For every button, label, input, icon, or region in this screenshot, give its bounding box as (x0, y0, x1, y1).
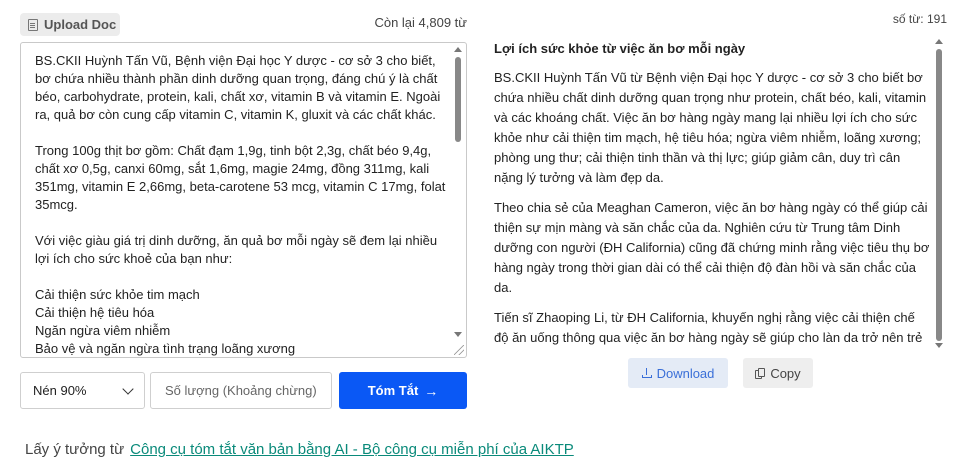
arrow-right-icon: → (424, 382, 439, 399)
scroll-down-icon[interactable] (935, 343, 943, 348)
output-scrollbar-thumb[interactable] (936, 49, 942, 341)
upload-doc-button[interactable]: Upload Doc (20, 13, 120, 36)
resize-grip-icon[interactable] (454, 345, 464, 355)
summary-paragraph: BS.CKII Huỳnh Tấn Vũ từ Bệnh viện Đại họ… (494, 70, 927, 185)
scroll-down-icon[interactable] (454, 332, 462, 337)
copy-label: Copy (770, 365, 801, 381)
copy-icon (755, 367, 766, 379)
summary-title: Lợi ích sức khỏe từ việc ăn bơ mỗi ngày (494, 41, 746, 56)
scroll-up-icon[interactable] (454, 47, 462, 52)
compression-value: Nén 90% (33, 383, 87, 398)
download-icon (641, 368, 652, 378)
download-button[interactable]: Download (628, 358, 728, 388)
quantity-input[interactable] (150, 372, 332, 409)
word-count: số từ: 191 (892, 12, 947, 26)
summary-paragraph: Theo chia sẻ của Meaghan Cameron, việc ă… (494, 200, 930, 295)
input-scrollbar-thumb[interactable] (455, 57, 461, 142)
summarize-button[interactable]: Tóm Tắt → (339, 372, 467, 409)
output-scrollbar[interactable] (933, 37, 945, 350)
remaining-words: Còn lại 4,809 từ (374, 15, 467, 30)
scroll-up-icon[interactable] (935, 39, 943, 44)
summary-paragraph: Tiến sĩ Zhaoping Li, từ ĐH California, k… (494, 310, 923, 352)
summarize-label: Tóm Tắt (367, 383, 419, 398)
summary-output: Lợi ích sức khỏe từ việc ăn bơ mỗi ngày … (494, 40, 930, 352)
input-scrollbar[interactable] (452, 45, 464, 339)
upload-doc-label: Upload Doc (44, 17, 117, 32)
chevron-down-icon (122, 382, 134, 395)
footer-prefix: Lấy ý tưởng từ (25, 441, 125, 458)
footer: Lấy ý tưởng từ Công cụ tóm tắt văn bản bằ… (25, 441, 574, 458)
input-textarea[interactable]: BS.CKII Huỳnh Tấn Vũ, Bệnh viện Đại học … (20, 42, 467, 358)
download-label: Download (656, 365, 715, 381)
copy-button[interactable]: Copy (743, 358, 813, 388)
compression-select[interactable]: Nén 90% (20, 372, 145, 409)
document-icon (28, 18, 38, 31)
input-text[interactable]: BS.CKII Huỳnh Tấn Vũ, Bệnh viện Đại học … (35, 52, 453, 357)
aiktp-link[interactable]: Công cụ tóm tắt văn bản bằng AI - Bộ côn… (130, 441, 574, 458)
